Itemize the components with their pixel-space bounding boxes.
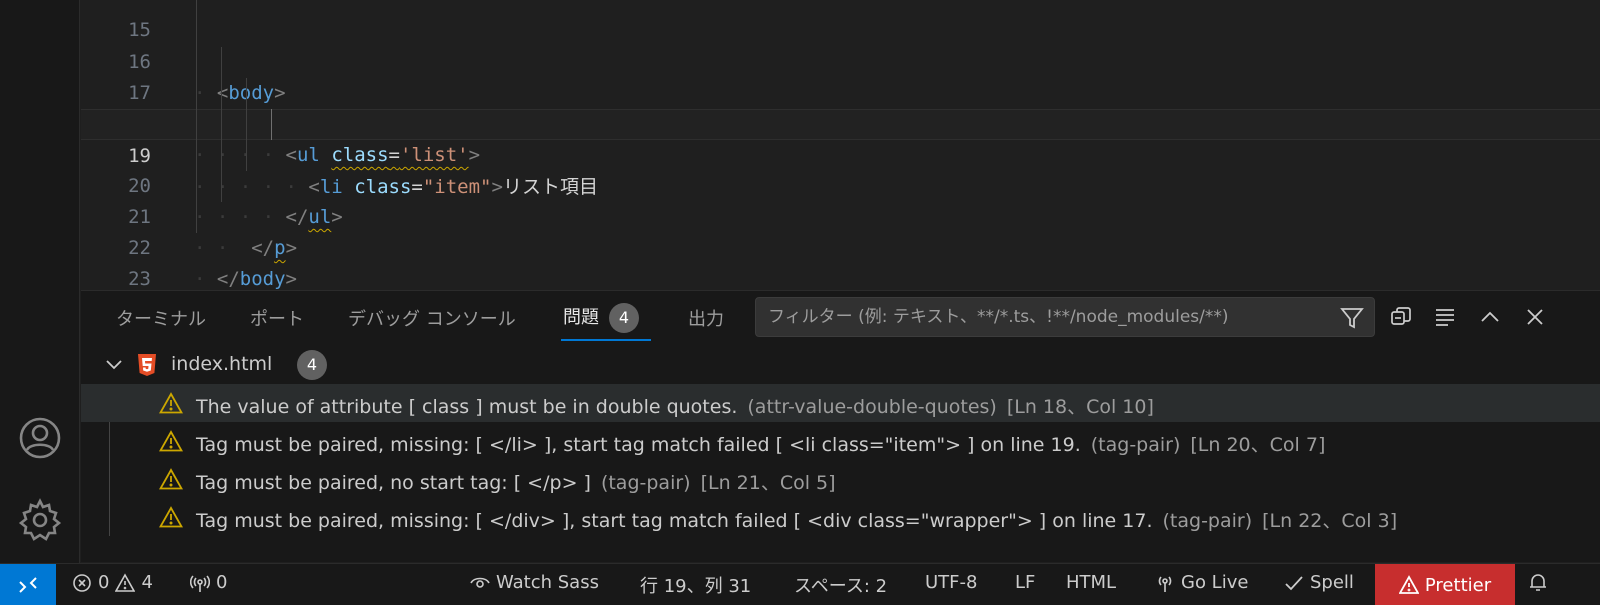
code-line: 16 · <body> (81, 16, 1600, 104)
check-icon (1285, 575, 1303, 590)
code-line: 17 · · · <div class="wrapper"> (81, 47, 1600, 135)
problem-source: (tag-pair) (1162, 510, 1253, 532)
code-line-current: 19 · · · · · <li class="item">リスト項目 (81, 109, 1600, 198)
problem-source: (tag-pair) (600, 472, 691, 494)
tab-debug-console[interactable]: デバッグ コンソール (348, 305, 516, 331)
code-line: 20 · · · · </ul> (81, 140, 1600, 228)
notifications-button[interactable] (1528, 572, 1548, 592)
problem-item[interactable]: Tag must be paired, missing: [ </li> ], … (81, 422, 1600, 460)
file-problems-count: 4 (297, 350, 327, 380)
problem-location: [Ln 20、Col 7] (1190, 434, 1326, 456)
bell-icon (1530, 574, 1546, 591)
problem-text: The value of attribute [ class ] must be… (196, 392, 1154, 419)
problem-location: [Ln 22、Col 3] (1262, 510, 1398, 532)
filter-input[interactable] (768, 298, 1328, 336)
prettier-button[interactable]: Prettier (1375, 564, 1515, 605)
tab-problems[interactable]: 問題 4 (563, 303, 639, 333)
list-icon (1436, 309, 1454, 326)
copy-icon (1391, 307, 1411, 325)
spell-label: Spell (1310, 572, 1354, 593)
problem-message: Tag must be paired, no start tag: [ </p>… (196, 472, 591, 494)
problem-item[interactable]: Tag must be paired, missing: [ </div> ],… (81, 498, 1600, 536)
bottom-panel: ターミナル ポート デバッグ コンソール 問題 4 出力 フィルター (例: テ… (81, 290, 1600, 562)
prettier-label: Prettier (1424, 574, 1492, 596)
file-name: index.html (171, 353, 273, 375)
close-panel-button[interactable] (1521, 303, 1549, 331)
indentation[interactable]: スペース: 2 (794, 572, 887, 598)
problems-file-row[interactable]: index.html 4 (81, 348, 1600, 382)
code-line: 18 · · · · <ul class='list'> (81, 78, 1600, 166)
problem-message: Tag must be paired, missing: [ </div> ],… (196, 510, 1153, 532)
warning-icon (159, 468, 183, 490)
problems-count-badge: 4 (609, 303, 639, 333)
problems-status[interactable]: 0 4 (72, 572, 153, 593)
ports-count: 0 (216, 572, 228, 593)
indent-guide (271, 109, 272, 140)
broadcast-icon (190, 574, 210, 592)
panel-tabs: ターミナル ポート デバッグ コンソール 問題 4 出力 (81, 291, 1600, 343)
broadcast-icon (1158, 575, 1172, 592)
code-line: 15 (81, 0, 1600, 41)
problem-text: Tag must be paired, no start tag: [ </p>… (196, 468, 836, 495)
go-live-button[interactable]: Go Live (1155, 572, 1248, 593)
warning-icon (159, 506, 183, 528)
problem-location: [Ln 21、Col 5] (700, 472, 836, 494)
warning-icon (159, 430, 183, 452)
error-icon (73, 573, 91, 592)
watch-sass-label: Watch Sass (496, 572, 599, 593)
warning-count: 4 (141, 572, 153, 593)
language-mode[interactable]: HTML (1066, 572, 1116, 593)
ports-status[interactable]: 0 (190, 572, 227, 593)
html5-icon (138, 354, 156, 376)
warning-icon (159, 392, 183, 414)
problem-text: Tag must be paired, missing: [ </li> ], … (196, 430, 1325, 457)
problem-message: The value of attribute [ class ] must be… (196, 396, 738, 418)
collapse-all-button[interactable] (1387, 303, 1415, 331)
indent-guide (221, 47, 222, 202)
problem-item[interactable]: Tag must be paired, no start tag: [ </p>… (81, 460, 1600, 498)
go-live-label: Go Live (1181, 572, 1249, 593)
chevron-down-icon[interactable] (103, 354, 125, 376)
code-line: 22 · </body> (81, 202, 1600, 290)
watch-sass-button[interactable]: Watch Sass (470, 572, 599, 593)
problem-location: [Ln 18、Col 10] (1006, 396, 1154, 418)
chevron-up-icon (1481, 311, 1499, 322)
problem-item[interactable]: The value of attribute [ class ] must be… (81, 384, 1600, 422)
indent-guide (246, 78, 247, 171)
gear-icon[interactable] (16, 496, 64, 544)
code-line: 24 (81, 264, 1600, 290)
code-line: 23 </html> (81, 233, 1600, 290)
view-as-list-button[interactable] (1431, 303, 1459, 331)
end-of-line[interactable]: LF (1015, 572, 1035, 593)
error-count: 0 (98, 572, 110, 593)
activity-bar (0, 0, 80, 577)
code-line: 21 · · </p> (81, 171, 1600, 259)
encoding[interactable]: UTF-8 (925, 572, 977, 593)
remote-icon (19, 577, 37, 593)
indent-guide (196, 0, 197, 233)
filter-icon[interactable] (1340, 306, 1364, 330)
problem-message: Tag must be paired, missing: [ </li> ], … (196, 434, 1081, 456)
tab-output[interactable]: 出力 (688, 305, 724, 331)
problem-text: Tag must be paired, missing: [ </div> ],… (196, 506, 1397, 533)
account-icon[interactable] (16, 414, 64, 462)
eye-icon (470, 577, 490, 588)
tab-ports[interactable]: ポート (250, 305, 304, 331)
maximize-panel-button[interactable] (1476, 303, 1504, 331)
warning-icon (1398, 575, 1419, 594)
problem-source: (attr-value-double-quotes) (747, 396, 997, 418)
close-icon (1527, 309, 1543, 325)
tab-terminal[interactable]: ターミナル (116, 305, 206, 331)
active-tab-indicator (561, 339, 651, 341)
code-editor[interactable]: 15 16 · <body> 17 · · · <div class="wrap… (81, 0, 1600, 290)
cursor-position[interactable]: 行 19、列 31 (640, 572, 751, 598)
spell-button[interactable]: Spell (1284, 572, 1354, 593)
remote-button[interactable] (0, 564, 56, 605)
problem-source: (tag-pair) (1090, 434, 1181, 456)
tab-problems-label: 問題 (563, 307, 599, 328)
problems-filter[interactable] (755, 297, 1375, 337)
warning-icon (115, 572, 136, 592)
status-bar: 0 4 0 Watch Sass 行 19、列 31 スペース: 2 UTF-8… (0, 563, 1600, 605)
